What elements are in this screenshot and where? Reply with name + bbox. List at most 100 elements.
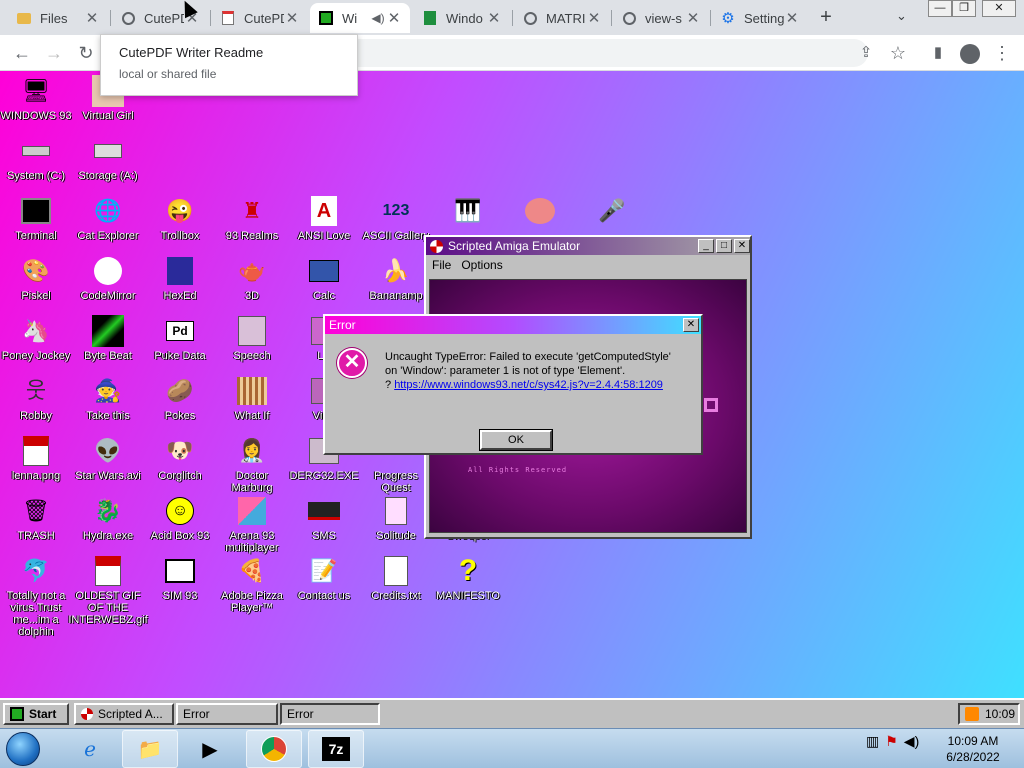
reload-icon[interactable]: ↻ [74,41,98,65]
error-x-icon: ✕ [337,348,367,378]
menu-options[interactable]: Options [461,258,502,272]
error-title-bar[interactable]: Error ✕ [325,316,701,334]
desktop-icon-star-wars[interactable]: 👽 Star Wars.avi [72,435,144,482]
tab-cutepdf-2[interactable]: CutePD ✕ [212,3,308,33]
kebab-menu-icon[interactable]: ⋮ [990,41,1014,65]
desktop-icon-sim93[interactable]: SIM 93 [144,555,216,602]
desktop-icon-take-this[interactable]: 🧙 Take this [72,375,144,422]
internet-explorer-icon[interactable]: ℯ [62,730,118,768]
desktop-icon-hydra[interactable]: 🐉 Hydra.exe [72,495,144,542]
close-button[interactable]: ✕ [683,318,699,332]
desktop-icon-storage-a[interactable]: Storage (A:) [72,135,144,182]
desktop-icon-manifesto[interactable]: ? MANIFESTO [432,555,504,603]
menu-file[interactable]: File [432,258,451,272]
desktop-icon-solitude[interactable]: Solitude [360,495,432,542]
desktop-icon-byte-beat[interactable]: Byte Beat [72,315,144,362]
file-explorer-icon[interactable]: 📁 [122,730,178,768]
windows-start-orb-icon[interactable] [6,732,40,766]
tab-view-source[interactable]: view-s ✕ [613,3,709,33]
desktop-icon-ansi-love[interactable]: A ANSI Love [288,195,360,242]
desktop-icon-robby[interactable]: 웃 Robby [0,375,72,422]
close-icon[interactable]: ✕ [486,9,502,27]
back-arrow-icon[interactable]: ← [10,41,34,65]
tab-matrix[interactable]: MATRI ✕ [514,3,610,33]
desktop-icon-ascii-gallery[interactable]: 123 ASCII Gallery [360,195,432,242]
desktop-icon-trash[interactable]: 🗑 TRASH [0,495,72,542]
tooltip-subtitle: local or shared file [119,67,217,81]
desktop-icon-codemirror[interactable]: CodeMirror [72,255,144,302]
close-window-button[interactable]: ✕ [982,0,1016,17]
w93-tray-clock[interactable]: 10:09 [958,703,1020,725]
desktop-icon-corglitch[interactable]: 🐶 Corglitch [144,435,216,482]
action-center-flag-icon[interactable]: ⚑ [885,733,898,750]
amiga-title-bar[interactable]: Scripted Amiga Emulator _ □ ✕ [426,237,750,255]
minimize-button[interactable]: _ [698,239,714,253]
close-icon[interactable]: ✕ [284,9,300,27]
tab-files[interactable]: Files ✕ [8,3,108,33]
w93-task-error-2[interactable]: Error [280,703,380,725]
7zip-icon[interactable]: 7z [308,730,364,768]
media-player-icon[interactable]: ▶ [182,730,238,768]
maximize-button[interactable]: □ [716,239,732,253]
desktop-icon-pizza-player[interactable]: 🍕 Adobe Pizza Player™ [216,555,288,614]
desktop-icon-what-if[interactable]: What If [216,375,288,422]
tab-settings[interactable]: ⚙ Setting ✕ [712,3,808,33]
desktop-icon-trollbox[interactable]: 😜 Trollbox [144,195,216,242]
speaker-icon[interactable]: ◀) [370,11,386,25]
desktop-icon-piano[interactable]: 🎹 [432,195,504,227]
desktop-icon-system-c[interactable]: System (C:) [0,135,72,182]
desktop-icon-microphone[interactable]: 🎤 [576,195,648,227]
desktop-icon-acid-box[interactable]: ☺ Acid Box 93 [144,495,216,542]
minimize-window-button[interactable]: — [928,0,952,17]
tab-search-icon[interactable]: ⌄ [896,8,907,24]
desktop-icon-lenna[interactable]: lenna.png [0,435,72,482]
close-icon[interactable]: ✕ [784,9,800,27]
desktop-icon-doctor-marburg[interactable]: 👩‍⚕️ Doctor Marburg [216,435,288,494]
desktop-icon-sms[interactable]: SMS [288,495,360,542]
desktop-icon-puke-data[interactable]: Pd Puke Data [144,315,216,362]
w93-task-error-1[interactable]: Error [176,703,278,725]
forward-arrow-icon[interactable]: → [42,41,66,65]
system-clock[interactable]: 10:09 AM 6/28/2022 [940,733,1006,765]
side-panel-icon[interactable]: ▮ [926,41,950,65]
share-icon[interactable]: ⇪ [854,41,878,65]
desktop-icon-calc[interactable]: Calc [288,255,360,302]
close-icon[interactable]: ✕ [386,9,402,27]
bookmark-star-icon[interactable]: ☆ [886,41,910,65]
tab-windows-sheet[interactable]: Windo ✕ [414,3,510,33]
desktop-icon-label: Adobe Pizza Player™ [221,590,283,614]
desktop-icon-arena-93[interactable]: Arena 93 multiplayer [216,495,288,554]
desktop-icon-oldest-gif[interactable]: OLDEST GIF OF THE INTERWEBZ.gif [68,555,148,626]
new-tab-button[interactable]: + [814,6,838,30]
chrome-icon[interactable] [246,730,302,768]
error-source-link[interactable]: https://www.windows93.net/c/sys42.js?v=2… [394,379,663,391]
desktop-icon-3d[interactable]: 🫖 3D [216,255,288,302]
desktop-icon-hexed[interactable]: HexEd [144,255,216,302]
close-icon[interactable]: ✕ [685,9,701,27]
close-button[interactable]: ✕ [734,239,750,253]
desktop-icon-cat-explorer[interactable]: 🌐 Cat Explorer [72,195,144,242]
volume-icon[interactable]: ◀) [904,733,919,750]
desktop-icon-dolphin[interactable]: 🐬 Totally not a virus.Trust me...im a dol… [0,555,72,638]
network-icon[interactable]: ▥ [866,733,879,750]
desktop-icon-terminal[interactable]: Terminal [0,195,72,242]
desktop-icon-piskel[interactable]: 🎨 Piskel [0,255,72,302]
tab-windows93[interactable]: Wi ◀) ✕ [310,3,410,33]
desktop-icon-brain[interactable] [504,195,576,227]
close-icon[interactable]: ✕ [84,9,100,27]
desktop-icon-pokes[interactable]: 🥔 Pokes [144,375,216,422]
restore-window-button[interactable]: ❐ [952,0,976,17]
desktop-icon-bananamp[interactable]: 🍌 Bananamp [360,255,432,302]
desktop-icon-speech[interactable]: Speech [216,315,288,362]
ok-button[interactable]: OK [479,429,553,451]
desktop-icon-contact-us[interactable]: 📝 Contact us [288,555,360,602]
desktop-icon-windows93[interactable]: 🖥 WINDOWS 93 [0,75,72,122]
desktop-icon-poney-jockey[interactable]: 🦄 Poney Jockey [0,315,72,362]
w93-task-amiga[interactable]: Scripted A... [74,703,174,725]
profile-avatar-icon[interactable] [958,41,982,65]
task-label: Error [287,707,314,721]
desktop-icon-93-realms[interactable]: ♜ 93 Realms [216,195,288,242]
close-icon[interactable]: ✕ [586,9,602,27]
w93-start-button[interactable]: Start [3,703,69,725]
desktop-icon-credits[interactable]: Credits.txt [360,555,432,602]
